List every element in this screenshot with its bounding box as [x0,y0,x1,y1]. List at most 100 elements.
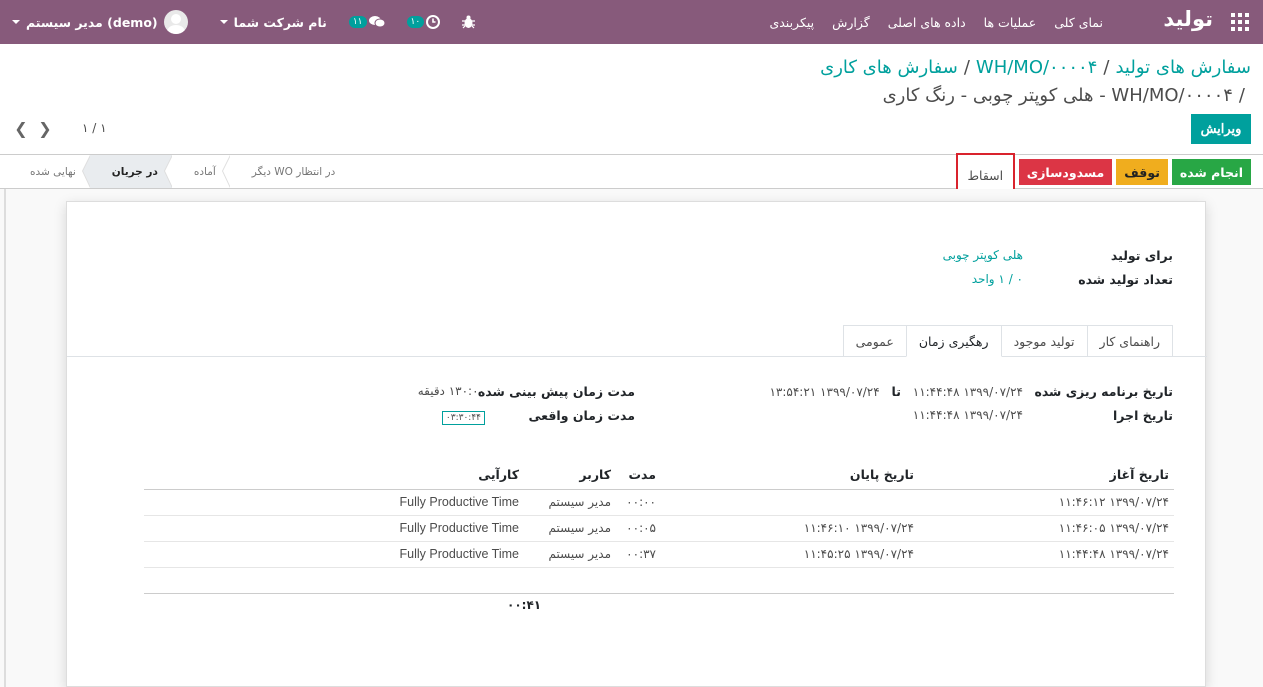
product-value-wrap: هلی کوپتر چوبی [943,248,1023,262]
cell-start: ۱۳۹۹/۰۷/۲۴ ۱۱:۴۶:۱۲ [919,489,1174,516]
user-menu[interactable]: مدیر سیستم (demo) [6,10,188,34]
col-end[interactable]: تاریخ پایان [661,460,919,490]
to-label: تا [891,384,901,399]
user-caret-icon [12,20,20,24]
pager-next-icon[interactable]: ❯ [38,118,52,138]
cell-efficiency: Fully Productive Time [144,541,524,568]
chat-icon [368,16,385,28]
activity-menu[interactable]: ۱۰ [406,15,441,29]
stage-in-progress: در جریان [81,155,172,188]
apps-menu-icon[interactable] [1231,13,1249,31]
stage-waiting: در انتظار WO دیگر [221,155,350,188]
real-duration-label-wrap: مدت زمان واقعی [529,408,635,423]
qty-value-wrap: ۰ / ۱ واحد [972,272,1023,286]
breadcrumb-mo-list[interactable]: سفارش های تولید [1115,57,1251,78]
main-menu: نمای کلی عملیات ها داده های اصلی گزارش پ… [751,0,1103,44]
col-start[interactable]: تاریخ آغاز [919,460,1174,490]
exec-date-label: تاریخ اجرا [1113,408,1173,423]
notebook-tabs: راهنمای کار تولید موجود رهگیری زمان عموم… [842,325,1173,357]
cell-user: مدیر سیستم [524,541,616,568]
pager-previous-icon[interactable]: ❮ [14,118,28,138]
exec-date-value[interactable]: ۱۳۹۹/۰۷/۲۴ ۱۱:۴۴:۴۸ [913,408,1023,422]
menu-master-data[interactable]: داده های اصلی [888,15,966,30]
cell-user: مدیر سیستم [524,515,616,542]
cell-end: ۱۳۹۹/۰۷/۲۴ ۱۱:۴۶:۱۰ [661,515,919,542]
cell-start: ۱۳۹۹/۰۷/۲۴ ۱۱:۴۶:۰۵ [919,515,1174,542]
expected-duration-label-wrap: مدت زمان پیش بینی شده [478,384,635,399]
bug-icon [462,15,476,29]
messaging-menu[interactable]: ۱۱ [348,15,385,29]
breadcrumb-current: WH/MO/۰۰۰۰۴ - هلی کوپتر چوبی - رنگ کاری [882,85,1233,106]
real-duration-value-wrap: ۰۳:۳۰:۴۴ [441,409,485,425]
qty-label: تعداد تولید شده [1078,272,1173,287]
form-background: برای تولید هلی کوپتر چوبی تعداد تولید شد… [0,189,1263,687]
pause-button[interactable]: توقف [1116,159,1168,185]
breadcrumb-mo-record[interactable]: WH/MO/۰۰۰۰۴ [976,57,1098,78]
table-row[interactable]: ۱۳۹۹/۰۷/۲۴ ۱۱:۴۶:۱۲ ۰۰:۰۰ مدیر سیستم Ful… [144,489,1174,516]
exec-date-value-wrap: ۱۳۹۹/۰۷/۲۴ ۱۱:۴۴:۴۸ [913,408,1023,422]
cell-efficiency: Fully Productive Time [144,489,524,516]
left-divider [4,189,6,687]
menu-configuration[interactable]: پیکربندی [769,15,814,30]
cell-end: ۱۳۹۹/۰۷/۲۴ ۱۱:۴۵:۲۵ [661,541,919,568]
menu-operations[interactable]: عملیات ها [984,15,1037,30]
table-row[interactable]: ۱۳۹۹/۰۷/۲۴ ۱۱:۴۶:۰۵ ۱۳۹۹/۰۷/۲۴ ۱۱:۴۶:۱۰ … [144,515,1174,542]
cell-duration: ۰۰:۰۵ [616,515,661,542]
app-brand[interactable]: تولید [1163,7,1213,31]
debug-menu[interactable] [462,15,476,29]
menu-reporting[interactable]: گزارش [832,15,870,30]
time-tracking-table: تاریخ آغاز تاریخ پایان مدت کاربر کارآیی … [144,460,1174,594]
tab-time-tracking[interactable]: رهگیری زمان [905,325,1002,357]
duration-total: ۰۰:۴۱ [507,598,542,612]
navbar-systray: مدیر سیستم (demo) نام شرکت شما ۱۱ ۱۰ [0,0,476,44]
tab-general[interactable]: عمومی [842,325,907,357]
cell-start: ۱۳۹۹/۰۷/۲۴ ۱۱:۴۴:۴۸ [919,541,1174,568]
table-row[interactable]: ۱۳۹۹/۰۷/۲۴ ۱۱:۴۴:۴۸ ۱۳۹۹/۰۷/۲۴ ۱۱:۴۵:۲۵ … [144,541,1174,568]
messages-badge: ۱۱ [348,16,367,28]
table-header-row: تاریخ آغاز تاریخ پایان مدت کاربر کارآیی [144,460,1174,490]
breadcrumb-workorders[interactable]: سفارش های کاری [820,57,958,78]
pager-counter[interactable]: ۱ / ۱ [82,121,107,135]
avatar [163,10,188,34]
planned-from[interactable]: ۱۳۹۹/۰۷/۲۴ ۱۱:۴۴:۴۸ [913,385,1023,399]
menu-overview[interactable]: نمای کلی [1054,15,1103,30]
user-name: مدیر سیستم (demo) [26,14,158,30]
clock-icon [426,15,441,29]
company-name: نام شرکت شما [233,14,327,30]
breadcrumb: سفارش های تولید/WH/MO/۰۰۰۰۴/سفارش های کا… [820,57,1251,106]
real-duration-label: مدت زمان واقعی [528,408,635,423]
edit-button[interactable]: ویرایش [1191,114,1251,144]
exec-date-label-wrap: تاریخ اجرا [1113,408,1173,423]
cell-duration: ۰۰:۰۰ [616,489,661,516]
stage-pipeline: در انتظار WO دیگر آماده در جریان نهایی ش… [8,155,350,188]
company-switcher[interactable]: نام شرکت شما [214,15,327,30]
tab-current-production[interactable]: تولید موجود [1000,325,1088,357]
action-buttons: انجام شده توقف مسدودسازی اسقاط [952,153,1251,197]
cell-duration: ۰۰:۳۷ [616,541,661,568]
planned-date-label-wrap: تاریخ برنامه ریزی شده [1034,384,1173,399]
planned-date-value: ۱۳۹۹/۰۷/۲۴ ۱۱:۴۴:۴۸ تا ۱۳۹۹/۰۷/۲۴ ۱۳:۵۴:… [769,384,1023,399]
statusbar: انجام شده توقف مسدودسازی اسقاط در انتظار… [0,153,1263,197]
stage-finished: نهایی شده [8,155,90,188]
product-label: برای تولید [1110,248,1173,263]
tabs-divider [67,356,1207,357]
block-button[interactable]: مسدودسازی [1018,159,1113,185]
done-button[interactable]: انجام شده [1171,159,1251,185]
cell-end [661,489,919,516]
planned-to[interactable]: ۱۳۹۹/۰۷/۲۴ ۱۳:۵۴:۲۱ [769,385,879,399]
qty-field: تعداد تولید شده [1078,272,1173,287]
product-link[interactable]: هلی کوپتر چوبی [943,248,1023,262]
form-sheet: برای تولید هلی کوپتر چوبی تعداد تولید شد… [66,201,1207,687]
table-empty-row [144,567,1174,594]
expected-duration-value-wrap: ۱۳۰:۰۰ دقیقه [418,384,485,398]
expected-duration-value: ۱۳۰:۰۰ دقیقه [417,384,485,398]
col-efficiency[interactable]: کارآیی [144,460,524,490]
col-user[interactable]: کاربر [524,460,616,490]
tab-instructions[interactable]: راهنمای کار [1086,325,1173,357]
activities-badge: ۱۰ [406,16,425,28]
expected-duration-label: مدت زمان پیش بینی شده [477,384,635,399]
cell-user: مدیر سیستم [524,489,616,516]
pager: ❮ ❯ ۱ / ۱ [14,118,107,138]
col-duration[interactable]: مدت [616,460,661,490]
company-caret-icon [219,20,228,24]
